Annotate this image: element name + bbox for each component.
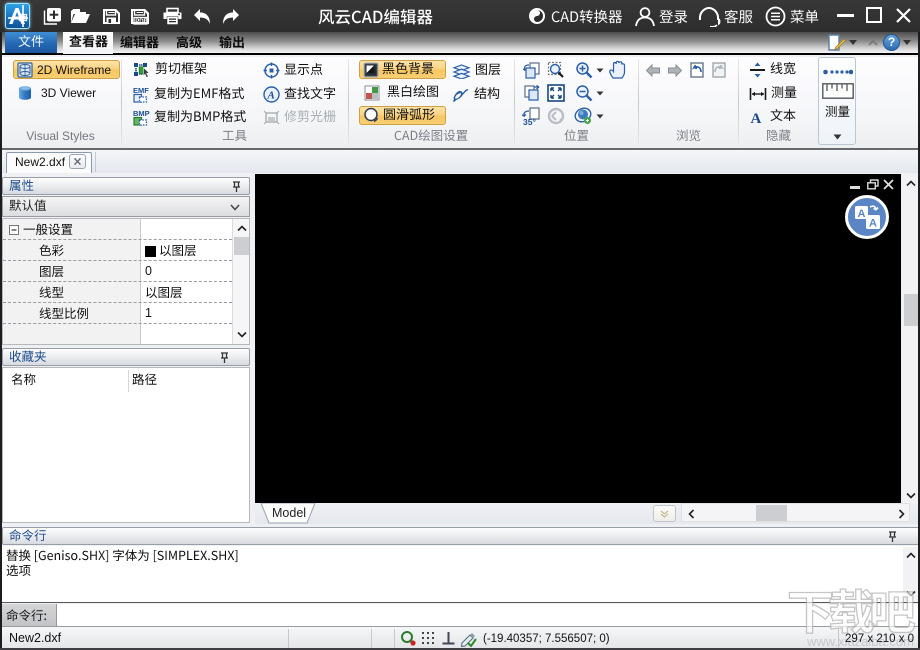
svg-text:EMF: EMF bbox=[133, 86, 149, 95]
svg-text:PDF: PDF bbox=[135, 19, 147, 25]
svg-text:A: A bbox=[869, 218, 877, 230]
svg-text:A: A bbox=[267, 90, 275, 102]
svg-text:A: A bbox=[858, 208, 866, 220]
svg-text:A: A bbox=[751, 111, 762, 125]
svg-text:BMP: BMP bbox=[133, 109, 150, 118]
svg-text:35°: 35° bbox=[523, 117, 536, 126]
